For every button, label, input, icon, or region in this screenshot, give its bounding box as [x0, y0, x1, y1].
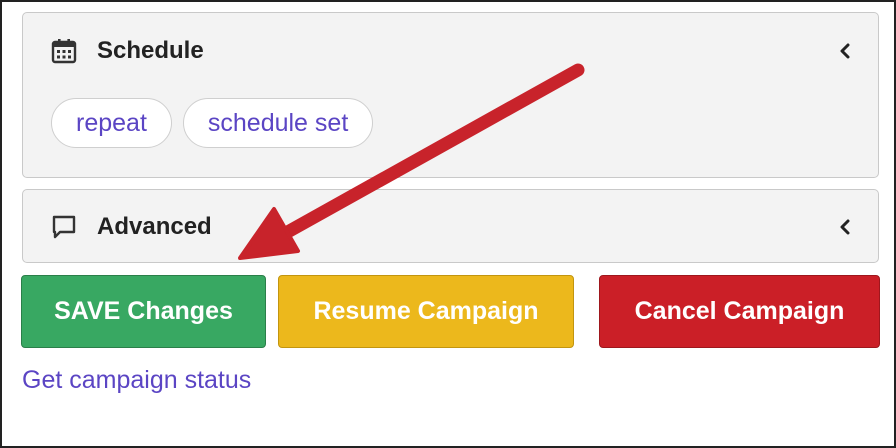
schedule-header[interactable]: Schedule: [49, 13, 854, 89]
advanced-header[interactable]: Advanced: [49, 190, 854, 264]
cancel-campaign-button[interactable]: Cancel Campaign: [599, 275, 880, 348]
resume-campaign-button[interactable]: Resume Campaign: [278, 275, 574, 348]
schedule-title: Schedule: [97, 37, 204, 64]
schedule-section: Schedule repeat schedule set: [22, 12, 879, 178]
schedule-chips: repeat schedule set: [51, 98, 374, 148]
calendar-icon: [49, 36, 79, 66]
advanced-section: Advanced: [22, 189, 879, 263]
comment-icon: [49, 212, 79, 242]
advanced-title: Advanced: [97, 213, 212, 240]
chevron-left-icon[interactable]: [836, 42, 854, 60]
get-campaign-status-link[interactable]: Get campaign status: [22, 366, 251, 395]
save-changes-button[interactable]: SAVE Changes: [21, 275, 266, 348]
chevron-left-icon[interactable]: [836, 218, 854, 236]
chip-schedule-set[interactable]: schedule set: [182, 98, 374, 148]
campaign-settings-card: Schedule repeat schedule set Advanced SA…: [0, 0, 896, 448]
chip-repeat[interactable]: repeat: [51, 98, 172, 148]
